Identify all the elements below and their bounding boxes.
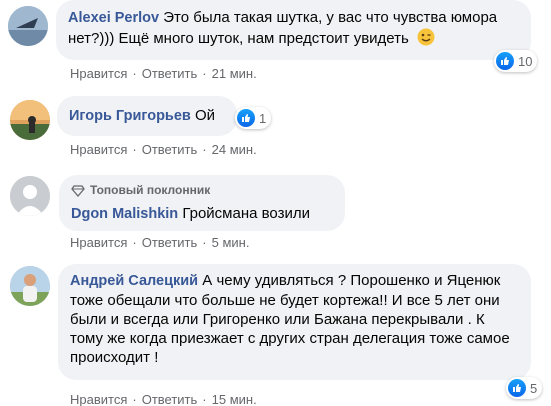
comment-actions: Нравится · Ответить · 24 мин.	[70, 142, 257, 157]
comment-bubble: Alexei Perlov Это была такая шутка, у ва…	[56, 0, 531, 60]
badge-label: Топовый поклонник	[90, 183, 211, 197]
like-link[interactable]: Нравится	[70, 66, 127, 81]
like-link[interactable]: Нравится	[70, 235, 127, 250]
comment-bubble: Андрей Салецкий А чему удивляться ? Поро…	[58, 264, 531, 380]
reaction-count-value: 5	[530, 380, 538, 396]
like-reaction-icon	[237, 109, 255, 127]
reaction-count-value: 1	[259, 110, 267, 126]
comment-actions: Нравится · Ответить · 21 мин.	[70, 66, 257, 81]
reply-link[interactable]: Ответить	[142, 66, 198, 81]
avatar[interactable]	[10, 100, 50, 140]
comment-text: Гройсмана возили	[182, 205, 310, 222]
avatar[interactable]	[8, 6, 48, 46]
comment-text: Ой	[195, 107, 216, 124]
comment-actions: Нравится · Ответить · 5 мин.	[70, 235, 250, 250]
reply-link[interactable]: Ответить	[142, 235, 198, 250]
timestamp[interactable]: 15 мин.	[212, 392, 257, 406]
top-fan-badge[interactable]: Топовый поклонник	[71, 181, 333, 200]
avatar[interactable]	[10, 266, 50, 306]
comment-bubble: Игорь Григорьев Ой	[57, 96, 237, 136]
reaction-count[interactable]: 10	[494, 50, 538, 72]
reply-link[interactable]: Ответить	[142, 392, 198, 406]
comment-author[interactable]: Dgon Malishkin	[71, 206, 178, 222]
like-reaction-icon	[508, 379, 526, 397]
reaction-count[interactable]: 5	[506, 377, 543, 399]
like-link[interactable]: Нравится	[70, 142, 127, 157]
timestamp[interactable]: 5 мин.	[212, 235, 250, 250]
wink-emoji-icon	[417, 28, 435, 46]
comment-actions: Нравится · Ответить · 15 мин.	[70, 392, 257, 406]
comment-author[interactable]: Игорь Григорьев	[69, 108, 191, 124]
comment-author[interactable]: Андрей Салецкий	[70, 273, 198, 289]
comment-author[interactable]: Alexei Perlov	[68, 10, 159, 26]
like-reaction-icon	[496, 52, 514, 70]
reaction-count[interactable]: 1	[235, 107, 272, 129]
diamond-icon	[71, 184, 85, 197]
like-link[interactable]: Нравится	[70, 392, 127, 406]
timestamp[interactable]: 24 мин.	[212, 142, 257, 157]
comment-bubble: Топовый поклонник Dgon Malishkin Гройсма…	[59, 175, 345, 231]
timestamp[interactable]: 21 мин.	[212, 66, 257, 81]
reaction-count-value: 10	[518, 53, 533, 69]
avatar[interactable]	[10, 176, 50, 216]
reply-link[interactable]: Ответить	[142, 142, 198, 157]
